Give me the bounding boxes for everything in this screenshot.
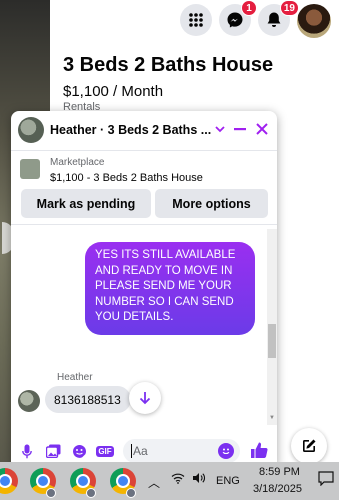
sender-name: Heather (57, 372, 93, 383)
language-indicator[interactable]: ENG (216, 475, 240, 487)
text-caret (131, 444, 132, 458)
notifications-button[interactable]: 19 (258, 0, 299, 36)
listing-title: 3 Beds 2 Baths House (63, 54, 274, 76)
chrome-taskbar-icon-1[interactable] (0, 468, 18, 494)
marketplace-item-row[interactable]: Marketplace $1,100 - 3 Beds 2 Baths Hous… (11, 152, 277, 190)
chat-scrollbar[interactable]: ▼ (267, 229, 277, 425)
listing-price: $1,100 / Month (63, 83, 164, 100)
notifications-badge: 19 (279, 0, 299, 16)
scroll-to-bottom-button[interactable] (129, 382, 161, 414)
new-message-button[interactable] (291, 428, 327, 464)
divider (11, 224, 277, 225)
clock-time[interactable]: 8:59 PM (259, 466, 300, 478)
incoming-message-bubble: 8136188513 (45, 386, 131, 413)
scroll-thumb[interactable] (268, 324, 276, 358)
chrome-taskbar-icon-2[interactable] (30, 468, 56, 498)
profile-avatar[interactable] (297, 4, 331, 38)
menu-button[interactable] (180, 4, 212, 36)
gif-button[interactable]: GIF (95, 443, 115, 459)
notification-center-icon[interactable] (318, 471, 334, 489)
scroll-down-arrow-icon[interactable]: ▼ (269, 415, 275, 421)
chrome-taskbar-icon-4[interactable] (110, 468, 136, 498)
gif-label: GIF (96, 445, 114, 457)
chat-title[interactable]: Heather · 3 Beds 2 Baths ... (50, 123, 211, 137)
listing-thumbnail (20, 159, 40, 179)
marketplace-item-title: $1,100 - 3 Beds 2 Baths House (50, 172, 203, 184)
taskbar: ︿ ENG 8:59 PM 3/18/2025 (0, 462, 339, 500)
messenger-button[interactable]: 1 (219, 0, 257, 36)
bell-icon (267, 12, 281, 27)
volume-icon[interactable] (192, 472, 206, 487)
chat-window: Heather · 3 Beds 2 Baths ... Marketplace… (11, 111, 277, 466)
more-options-button[interactable]: More options (155, 189, 268, 218)
outgoing-message-bubble: YES ITS STILL AVAILABLE AND READY TO MOV… (85, 242, 255, 335)
marketplace-label: Marketplace (50, 157, 105, 168)
messenger-icon (227, 12, 243, 28)
mark-as-pending-button[interactable]: Mark as pending (21, 189, 151, 218)
chat-header[interactable]: Heather · 3 Beds 2 Baths ... (11, 111, 277, 151)
photo-icon[interactable] (45, 443, 61, 459)
sender-avatar[interactable] (18, 390, 40, 412)
close-icon[interactable] (253, 120, 271, 138)
sticker-icon[interactable] (71, 443, 87, 459)
chevron-down-icon[interactable] (211, 120, 229, 138)
wifi-icon[interactable] (171, 472, 185, 487)
grid-menu-icon (189, 13, 203, 27)
emoji-icon[interactable] (218, 443, 234, 459)
arrow-down-icon (139, 392, 151, 405)
thumbs-up-icon[interactable] (249, 441, 269, 459)
minimize-icon[interactable] (231, 120, 249, 138)
microphone-icon[interactable] (19, 443, 35, 459)
message-input[interactable]: Aa (123, 439, 240, 463)
top-navigation-bar: 1 19 (50, 0, 339, 40)
chrome-taskbar-icon-3[interactable] (70, 468, 96, 498)
clock-date[interactable]: 3/18/2025 (253, 483, 302, 495)
messenger-badge: 1 (241, 0, 257, 16)
compose-icon (303, 439, 316, 452)
page-right-area (277, 40, 339, 462)
listing-header: 3 Beds 2 Baths House $1,100 / Month Rent… (50, 40, 277, 120)
message-input-placeholder: Aa (133, 444, 148, 458)
chat-contact-avatar[interactable] (18, 117, 44, 143)
show-hidden-icons-chevron-icon[interactable]: ︿ (148, 474, 160, 491)
